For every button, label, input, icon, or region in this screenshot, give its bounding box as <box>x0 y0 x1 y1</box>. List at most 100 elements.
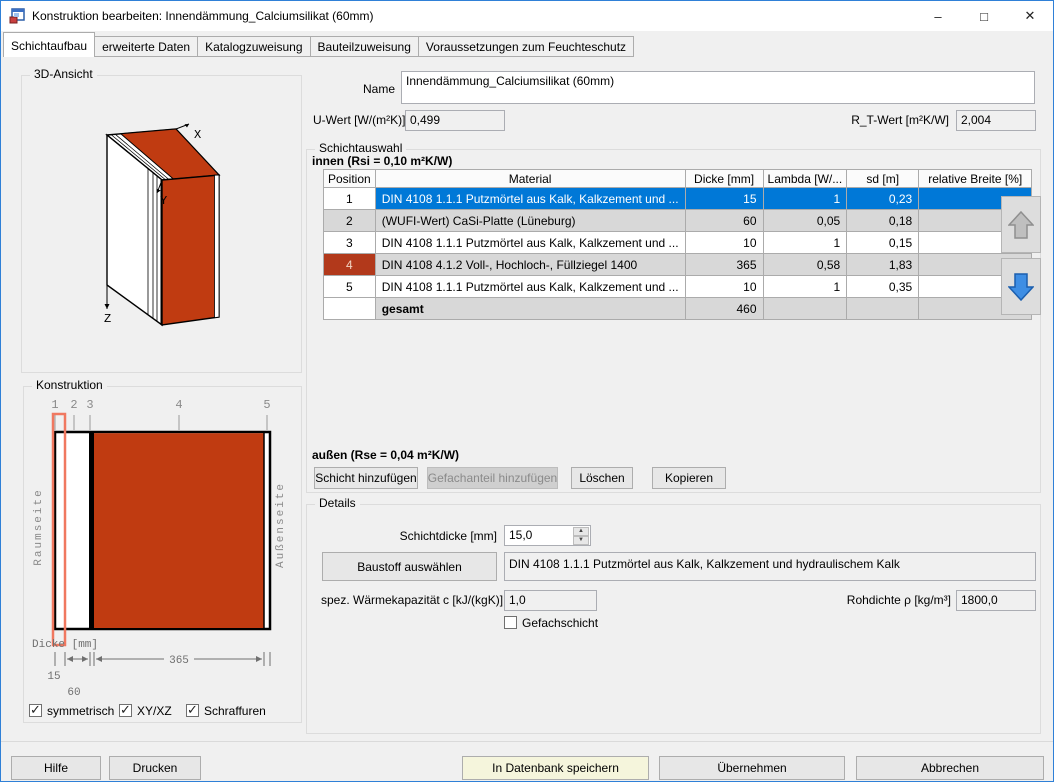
column-header[interactable]: Dicke [mm] <box>684 169 764 188</box>
save-to-database-button[interactable]: In Datenbank speichern <box>462 756 649 780</box>
table-cell[interactable]: 0,05 <box>762 209 848 232</box>
tab-bauteilzuweisung[interactable]: Bauteilzuweisung <box>309 36 419 57</box>
rt-wert-input[interactable]: 2,004 <box>956 110 1036 131</box>
window-title: Konstruktion bearbeiten: Innendämmung_Ca… <box>32 9 374 23</box>
tab-erweiterte-daten[interactable]: erweiterte Daten <box>94 36 199 57</box>
table-cell[interactable]: 10 <box>684 275 764 298</box>
table-cell[interactable]: 0,58 <box>762 253 848 276</box>
up-arrow-icon <box>1008 210 1034 239</box>
checkbox-xyxz[interactable]: XY/XZ <box>119 702 172 718</box>
table-row[interactable]: 1 DIN 4108 1.1.1 Putzmörtel aus Kalk, Kal… <box>323 187 1033 210</box>
table-cell[interactable]: 15 <box>684 187 764 210</box>
group-details-label: Details <box>315 496 360 510</box>
gefachschicht-checkbox[interactable]: Gefachschicht <box>504 616 598 630</box>
table-total-row: gesamt 460 <box>323 297 1033 320</box>
add-gefach-button[interactable]: Gefachanteil hinzufügen <box>427 467 558 489</box>
table-cell[interactable]: 0,23 <box>846 187 920 210</box>
table-cell[interactable]: 60 <box>684 209 764 232</box>
wall-3d-side-face <box>161 174 220 326</box>
xyxz-checkbox-icon[interactable] <box>119 702 132 718</box>
position-cell[interactable]: 1 <box>323 187 376 210</box>
aussen-rse-label: außen (Rse = 0,04 m²K/W) <box>312 448 460 462</box>
table-cell[interactable]: (WUFI-Wert) CaSi-Platte (Lüneburg) <box>374 209 686 232</box>
position-cell[interactable]: 2 <box>323 209 376 232</box>
minimize-button[interactable]: – <box>915 1 961 31</box>
dialog-window: Konstruktion bearbeiten: Innendämmung_Ca… <box>0 0 1054 782</box>
table-row[interactable]: 2 (WUFI-Wert) CaSi-Platte (Lüneburg) 60 0,0… <box>323 209 1033 232</box>
tab-katalogzuweisung[interactable]: Katalogzuweisung <box>197 36 311 57</box>
u-wert-label: U-Wert [W/(m²K)] <box>313 113 406 127</box>
table-cell[interactable]: 1 <box>762 275 848 298</box>
table-row[interactable]: 5 DIN 4108 1.1.1 Putzmörtel aus Kalk, Kal… <box>323 275 1033 298</box>
table-cell[interactable]: 365 <box>684 253 764 276</box>
copy-layer-button[interactable]: Kopieren <box>652 467 726 489</box>
tab-voraussetzungen[interactable]: Voraussetzungen zum Feuchteschutz <box>417 36 635 57</box>
table-cell[interactable]: 1 <box>762 187 848 210</box>
help-button[interactable]: Hilfe <box>11 756 101 780</box>
table-cell[interactable]: 1,83 <box>846 253 920 276</box>
close-button[interactable]: ✕ <box>1007 1 1053 31</box>
position-cell[interactable]: 3 <box>323 231 376 254</box>
table-cell <box>762 297 848 320</box>
tab-schichtaufbau[interactable]: Schichtaufbau <box>3 32 96 57</box>
table-cell[interactable]: 10 <box>684 231 764 254</box>
column-header[interactable]: relative Breite [%] <box>918 169 1033 188</box>
wall-section-divider <box>89 432 94 629</box>
column-header[interactable]: Material <box>374 169 686 188</box>
add-layer-button[interactable]: Schicht hinzufügen <box>314 467 418 489</box>
group-3d-ansicht: 3D-Ansicht X Y Z <box>21 67 302 373</box>
cancel-button[interactable]: Abbrechen <box>856 756 1044 780</box>
column-header[interactable]: Lambda [W/... <box>762 169 848 188</box>
table-row[interactable]: 4 DIN 4108 4.1.2 Voll-, Hochloch-, Füllzi… <box>323 253 1033 276</box>
symmetrisch-checkbox-icon[interactable] <box>29 702 42 718</box>
rt-wert-label: R_T-Wert [m²K/W] <box>851 113 949 127</box>
move-layer-down-button[interactable] <box>1001 258 1041 315</box>
position-cell[interactable]: 5 <box>323 275 376 298</box>
column-header[interactable]: Position <box>323 169 376 188</box>
schichtdicke-input[interactable]: 15,0 ▲ ▼ <box>504 525 591 546</box>
table-cell[interactable]: 0,18 <box>846 209 920 232</box>
checkbox-schraffuren[interactable]: Schraffuren <box>186 702 266 718</box>
gefachschicht-checkbox-icon[interactable] <box>504 616 517 629</box>
app-icon <box>9 8 25 24</box>
density-label: Rohdichte ρ [kg/m³] <box>846 593 951 607</box>
heat-capacity-label: spez. Wärmekapazität c [kJ/(kgK)] <box>321 593 504 607</box>
column-header[interactable]: sd [m] <box>846 169 920 188</box>
table-cell[interactable]: DIN 4108 1.1.1 Putzmörtel aus Kalk, Kalk… <box>374 275 686 298</box>
aussenseite-label: Außenseite <box>275 482 287 568</box>
group-schichtauswahl-label: Schichtauswahl <box>315 141 407 155</box>
checkbox-symmetrisch[interactable]: symmetrisch <box>29 702 114 718</box>
delete-layer-button[interactable]: Löschen <box>571 467 633 489</box>
u-wert-input[interactable]: 0,499 <box>405 110 505 131</box>
spinner-down-icon[interactable]: ▼ <box>573 536 589 545</box>
spinner-up-icon[interactable]: ▲ <box>573 527 589 536</box>
layer-number-2: 2 <box>70 398 77 412</box>
name-input[interactable]: Innendämmung_Calciumsilikat (60mm) <box>401 71 1035 104</box>
table-cell[interactable]: 0,35 <box>846 275 920 298</box>
axis-y-label: Y <box>160 194 167 208</box>
schraffuren-checkbox-icon[interactable] <box>186 702 199 718</box>
layer-number-4: 4 <box>175 398 182 412</box>
print-button[interactable]: Drucken <box>109 756 201 780</box>
name-label: Name <box>362 82 395 96</box>
position-cell[interactable]: 4 <box>323 253 376 276</box>
table-cell[interactable]: 0,15 <box>846 231 920 254</box>
axis-x-label: X <box>194 128 201 142</box>
table-cell[interactable]: 1 <box>762 231 848 254</box>
move-layer-up-button[interactable] <box>1001 196 1041 253</box>
schichtdicke-label: Schichtdicke [mm] <box>399 529 497 543</box>
table-cell[interactable]: DIN 4108 1.1.1 Putzmörtel aus Kalk, Kalk… <box>374 187 686 210</box>
table-row[interactable]: 3 DIN 4108 1.1.1 Putzmörtel aus Kalk, Kal… <box>323 231 1033 254</box>
table-header-row: Position Material Dicke [mm] Lambda [W/... s… <box>323 169 1033 188</box>
baustoff-select-button[interactable]: Baustoff auswählen <box>322 552 497 581</box>
raumseite-label: Raumseite <box>33 488 45 565</box>
density-input[interactable]: 1800,0 <box>956 590 1036 611</box>
heat-capacity-input[interactable]: 1,0 <box>504 590 597 611</box>
title-bar: Konstruktion bearbeiten: Innendämmung_Ca… <box>1 1 1053 31</box>
table-cell[interactable]: DIN 4108 4.1.2 Voll-, Hochloch-, Füllzie… <box>374 253 686 276</box>
table-cell[interactable]: DIN 4108 1.1.1 Putzmörtel aus Kalk, Kalk… <box>374 231 686 254</box>
maximize-button[interactable]: □ <box>961 1 1007 31</box>
table-cell: gesamt <box>374 297 686 320</box>
apply-button[interactable]: Übernehmen <box>659 756 845 780</box>
table-cell <box>846 297 920 320</box>
